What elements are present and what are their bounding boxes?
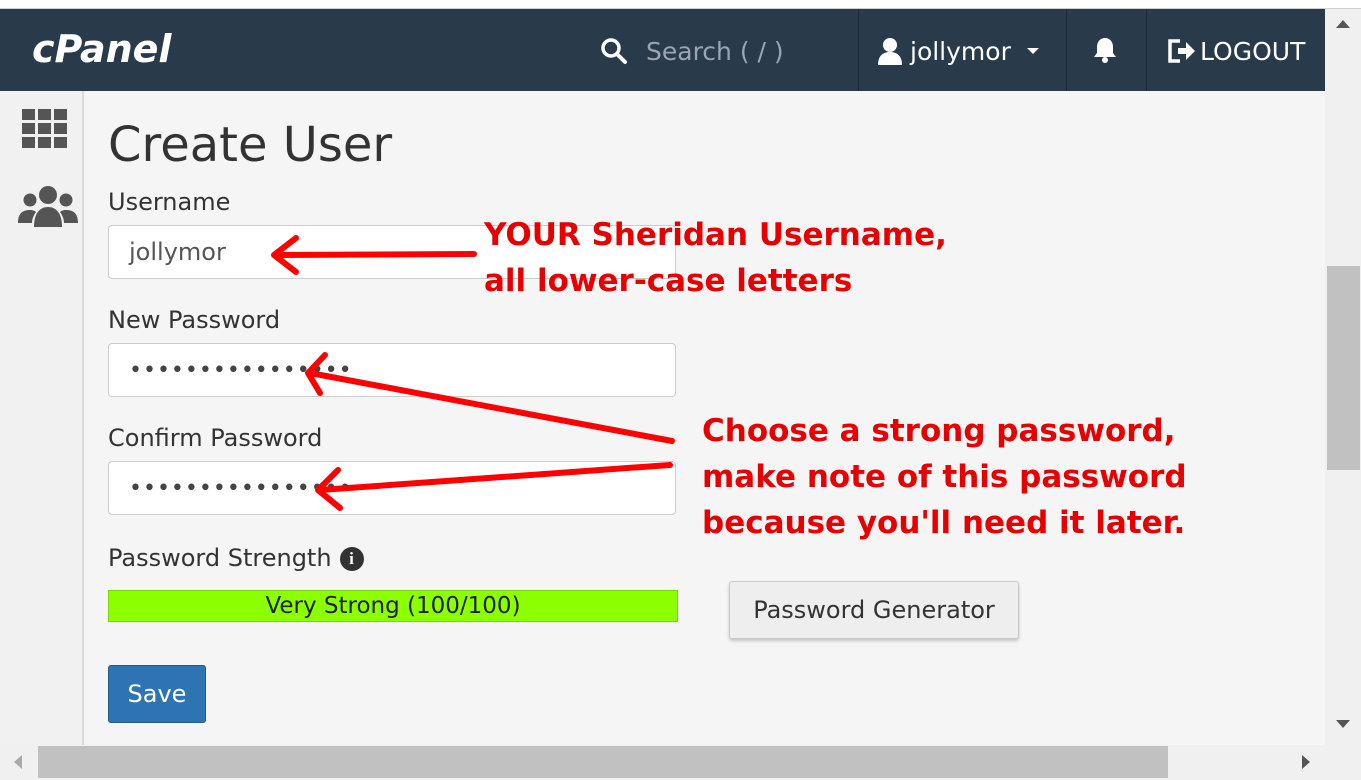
new-password-label: New Password [108,306,281,334]
password-strength-text: Password Strength [108,544,332,572]
header-divider [1146,9,1147,91]
header-divider [1066,9,1067,91]
annotation-line: because you'll need it later. [702,505,1186,541]
sidebar [0,91,84,745]
logout-button[interactable]: LOGOUT [1166,31,1305,71]
password-generator-button[interactable]: Password Generator [729,581,1019,639]
logout-icon [1168,39,1195,63]
new-password-field[interactable]: •••••••••••••••• [108,343,676,397]
sidebar-item-home[interactable] [18,107,72,156]
scroll-up-icon[interactable] [1336,20,1350,28]
user-menu[interactable]: jollymor [876,31,1039,71]
search-placeholder: Search ( / ) [646,36,784,66]
grid-icon [22,109,67,148]
sidebar-item-users[interactable] [18,183,78,234]
username-label: Username [108,188,231,216]
cpanel-logo[interactable]: cPanel [32,27,171,71]
header-divider [858,9,859,91]
browser-frame: cPanel Search ( / ) jollymor LOGOUT Crea… [0,0,1361,780]
user-icon [878,38,902,65]
notifications-button[interactable] [1092,36,1118,69]
scrollbar-corner [1325,745,1361,780]
top-navbar: cPanel Search ( / ) jollymor LOGOUT [0,9,1325,91]
username-annotation: YOUR Sheridan Username, all lower-case l… [484,212,947,304]
info-icon[interactable]: i [339,547,364,571]
confirm-password-field[interactable]: •••••••••••••••• [108,461,676,515]
password-annotation: Choose a strong password, make note of t… [702,408,1187,546]
annotation-line: Choose a strong password, [702,413,1176,449]
annotation-line: all lower-case letters [484,263,853,299]
scroll-down-icon[interactable] [1336,720,1350,728]
username-display: jollymor [910,36,1011,66]
annotation-line: make note of this password [702,459,1187,495]
horizontal-scroll-thumb[interactable] [38,746,1168,778]
confirm-password-label: Confirm Password [108,424,323,452]
chevron-down-icon [1026,48,1039,54]
bell-icon [1094,38,1116,63]
password-strength-meter: Very Strong (100/100) [108,590,678,622]
annotation-line: YOUR Sheridan Username, [484,217,947,253]
page-title: Create User [108,117,393,173]
search-box[interactable]: Search ( / ) [600,31,850,71]
vertical-scroll-thumb[interactable] [1327,266,1360,470]
users-icon [18,186,78,227]
scroll-left-icon[interactable] [14,755,22,769]
password-strength-label: Password Strength i [108,544,364,572]
search-icon [601,38,627,64]
scroll-right-icon[interactable] [1302,755,1310,769]
logout-label: LOGOUT [1200,36,1306,66]
window-top-border [0,0,1361,9]
save-button[interactable]: Save [108,665,206,723]
